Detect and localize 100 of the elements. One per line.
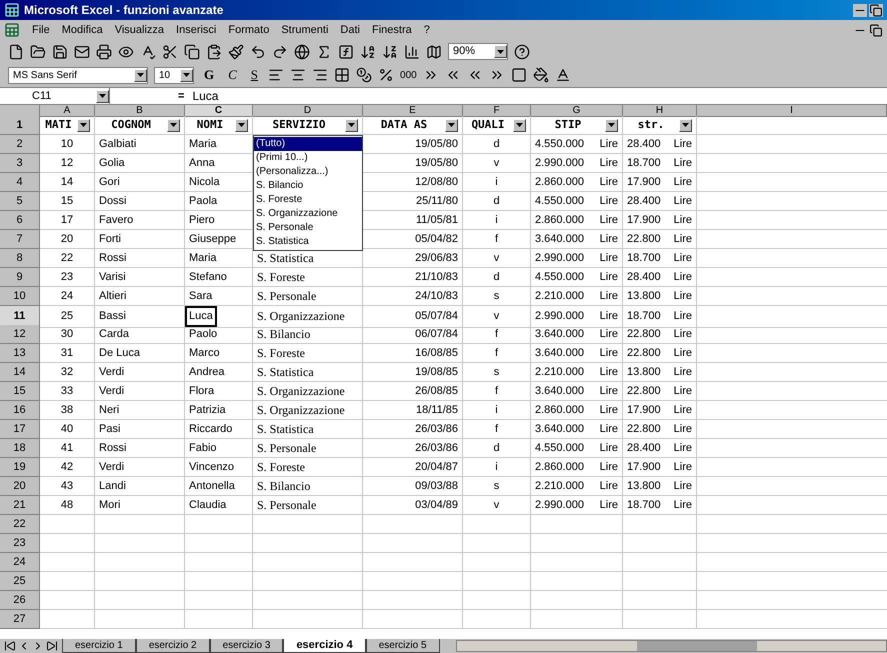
row-header[interactable]: 12 xyxy=(0,325,40,344)
column-header[interactable]: G xyxy=(531,105,623,117)
row-header[interactable]: 4 xyxy=(0,173,40,192)
filter-dropdown-button[interactable] xyxy=(235,118,248,132)
column-header[interactable]: C xyxy=(185,105,253,117)
menu-item[interactable]: File xyxy=(32,22,50,38)
zoom-field[interactable]: 90% xyxy=(448,43,508,60)
printer-icon[interactable] xyxy=(96,44,112,60)
globe-icon[interactable] xyxy=(294,44,310,60)
workbook-icon[interactable] xyxy=(4,22,20,38)
column-header[interactable]: H xyxy=(623,105,697,117)
row-header[interactable]: 5 xyxy=(0,192,40,211)
folder-icon[interactable] xyxy=(30,44,46,60)
copy-icon[interactable] xyxy=(184,44,200,60)
bold-button[interactable]: G xyxy=(200,65,218,85)
menu-item[interactable]: Visualizza xyxy=(114,22,164,38)
row-header[interactable]: 20 xyxy=(0,477,40,496)
row-header[interactable]: 6 xyxy=(0,211,40,230)
menu-item[interactable]: Inserisci xyxy=(176,22,216,38)
new-file-icon[interactable] xyxy=(8,44,24,60)
font-field[interactable]: MS Sans Serif xyxy=(8,66,148,84)
filter-dropdown-button[interactable] xyxy=(167,118,180,132)
row-header[interactable]: 26 xyxy=(0,591,40,610)
filter-dropdown-button[interactable] xyxy=(513,118,526,132)
autofilter-option[interactable]: S. Statistica xyxy=(254,235,362,249)
first-sheet-icon[interactable] xyxy=(4,640,16,652)
horizontal-scrollbar[interactable] xyxy=(456,640,887,652)
filter-dropdown-button[interactable] xyxy=(345,118,358,132)
align-center-icon[interactable] xyxy=(290,67,306,83)
column-header[interactable]: D xyxy=(253,105,363,117)
thousands-button[interactable]: 000 xyxy=(400,68,417,82)
sort-ascending-icon[interactable] xyxy=(360,44,376,60)
column-header[interactable]: E xyxy=(363,105,463,117)
percent-icon[interactable] xyxy=(378,67,394,83)
column-header[interactable]: I xyxy=(697,105,887,117)
align-left-icon[interactable] xyxy=(268,67,284,83)
borders-icon[interactable] xyxy=(510,67,527,83)
row-header[interactable]: 13 xyxy=(0,344,40,363)
row-header[interactable]: 24 xyxy=(0,553,40,572)
function-icon[interactable] xyxy=(338,44,354,60)
row-header[interactable]: 19 xyxy=(0,458,40,477)
row-header[interactable]: 3 xyxy=(0,154,40,173)
row-header[interactable]: 15 xyxy=(0,382,40,401)
row-header[interactable]: 25 xyxy=(0,572,40,591)
menu-item[interactable]: ? xyxy=(424,22,430,38)
row-header[interactable]: 8 xyxy=(0,249,40,268)
zoom-dropdown-button[interactable] xyxy=(494,45,507,58)
autofilter-option[interactable]: (Primi 10...) xyxy=(254,151,362,165)
sheet-tab[interactable]: esercizio 3 xyxy=(210,639,284,653)
chart-icon[interactable] xyxy=(404,44,420,60)
menu-item[interactable]: Modifica xyxy=(62,22,103,38)
row-header[interactable]: 22 xyxy=(0,515,40,534)
name-box-dropdown-button[interactable] xyxy=(96,90,109,102)
row-header[interactable]: 23 xyxy=(0,534,40,553)
scissors-icon[interactable] xyxy=(162,44,178,60)
sheet-tab[interactable]: esercizio 2 xyxy=(136,639,210,653)
preview-icon[interactable] xyxy=(118,44,134,60)
redo-icon[interactable] xyxy=(272,44,288,60)
sheet-tab[interactable]: esercizio 1 xyxy=(62,639,136,653)
column-header[interactable]: F xyxy=(463,105,531,117)
paintbrush-icon[interactable] xyxy=(228,44,244,60)
autofilter-option[interactable]: S. Personale xyxy=(254,221,362,235)
menu-item[interactable]: Finestra xyxy=(372,22,412,38)
row-header[interactable]: 27 xyxy=(0,610,40,629)
autofilter-option[interactable]: (Personalizza...) xyxy=(254,165,362,179)
undo-icon[interactable] xyxy=(250,44,266,60)
mail-icon[interactable] xyxy=(74,44,90,60)
filter-dropdown-button[interactable] xyxy=(679,118,692,132)
filter-dropdown-button[interactable] xyxy=(77,118,90,132)
autofilter-option[interactable]: S. Foreste xyxy=(254,193,362,207)
last-sheet-icon[interactable] xyxy=(46,640,58,652)
help-icon[interactable] xyxy=(514,44,530,60)
formula-input[interactable]: Luca xyxy=(192,87,218,105)
filter-dropdown-button[interactable] xyxy=(605,118,618,132)
row-header[interactable]: 16 xyxy=(0,401,40,420)
row-header[interactable]: 17 xyxy=(0,420,40,439)
underline-button[interactable]: S xyxy=(246,65,262,85)
row-header[interactable]: 18 xyxy=(0,439,40,458)
map-icon[interactable] xyxy=(426,44,442,60)
font-dropdown-button[interactable] xyxy=(134,68,147,82)
row-header[interactable]: 21 xyxy=(0,496,40,515)
row-header[interactable]: 1 xyxy=(0,116,40,135)
filter-dropdown-button[interactable] xyxy=(445,118,458,132)
save-icon[interactable] xyxy=(52,44,68,60)
font-color-icon[interactable] xyxy=(554,67,571,83)
row-header[interactable]: 14 xyxy=(0,363,40,382)
minimize-icon[interactable] xyxy=(853,4,867,16)
sort-descending-icon[interactable] xyxy=(382,44,398,60)
restore-icon[interactable] xyxy=(869,24,883,36)
autofilter-option[interactable]: S. Bilancio xyxy=(254,179,362,193)
row-header[interactable]: 10 xyxy=(0,287,40,306)
merge-cells-icon[interactable] xyxy=(334,67,350,83)
sheet-tab[interactable]: esercizio 5 xyxy=(366,639,440,653)
row-header[interactable]: 9 xyxy=(0,268,40,287)
menu-item[interactable]: Formato xyxy=(228,22,270,38)
row-header[interactable]: 2 xyxy=(0,135,40,154)
size-dropdown-button[interactable] xyxy=(180,68,193,82)
currency-icon[interactable] xyxy=(356,67,372,83)
row-header[interactable]: 7 xyxy=(0,230,40,249)
fill-color-icon[interactable] xyxy=(532,67,549,83)
